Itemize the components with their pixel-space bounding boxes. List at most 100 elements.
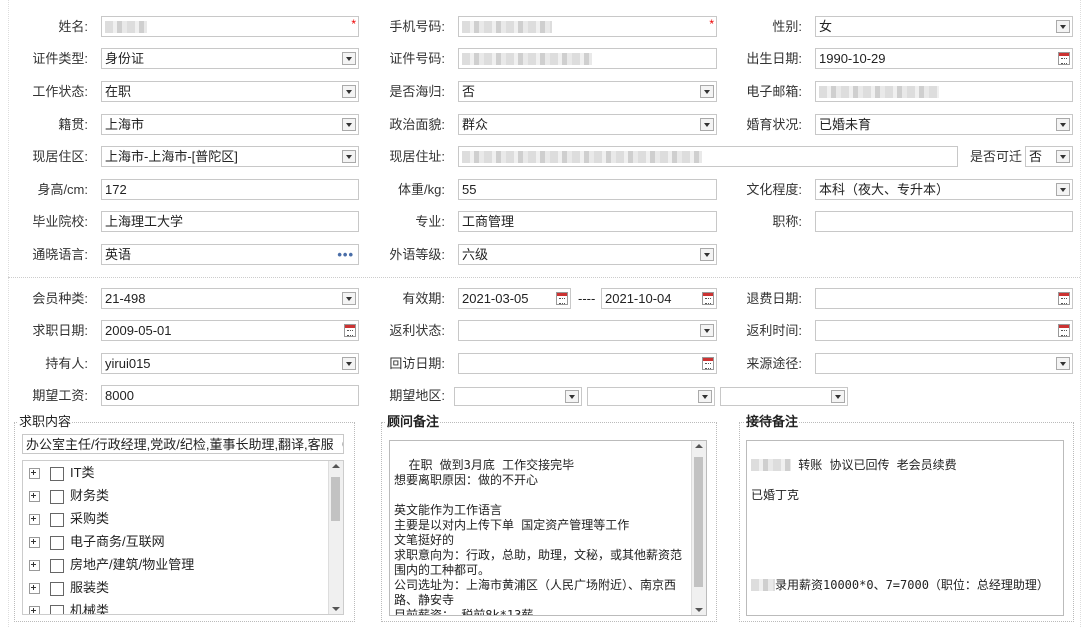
lang-level-select[interactable]: 六级 [458, 244, 717, 265]
birth-date-field[interactable]: 1990-10-29 [815, 48, 1073, 69]
name-label: 姓名: [58, 19, 88, 34]
scroll-down-icon[interactable] [332, 607, 340, 611]
calendar-icon[interactable] [344, 324, 356, 337]
dropdown-arrow-icon[interactable] [1056, 118, 1070, 131]
checkbox[interactable] [50, 535, 64, 550]
tree-node[interactable]: 财务类 [29, 486, 109, 506]
tree-scrollbar[interactable] [328, 461, 343, 614]
dropdown-arrow-icon[interactable] [342, 292, 356, 305]
calendar-icon[interactable] [556, 292, 568, 305]
refund-date-field[interactable] [815, 288, 1073, 309]
job-summary-field[interactable]: 办公室主任/行政经理,党政/纪检,董事长助理,翻译,客服（注 [22, 434, 344, 454]
gender-select[interactable]: 女 [815, 16, 1073, 37]
email-field[interactable] [815, 81, 1073, 102]
overseas-select[interactable]: 否 [458, 81, 717, 102]
rebate-time-field[interactable] [815, 320, 1073, 341]
calendar-icon[interactable] [702, 357, 714, 370]
scroll-down-icon[interactable] [695, 608, 703, 612]
scroll-thumb[interactable] [331, 477, 340, 521]
expand-icon[interactable] [29, 491, 40, 503]
expand-icon[interactable] [29, 583, 40, 595]
region-district-select[interactable] [720, 387, 848, 406]
dropdown-arrow-icon[interactable] [565, 390, 579, 403]
work-status-select[interactable]: 在职 [101, 81, 359, 102]
dropdown-arrow-icon[interactable] [1056, 357, 1070, 370]
holder-select[interactable]: yirui015 [101, 353, 359, 374]
dropdown-arrow-icon[interactable] [342, 357, 356, 370]
salary-field[interactable]: 8000 [101, 385, 359, 406]
reception-notes-textarea[interactable]: 转账 协议已回传 老会员续费 已婚丁克 录用薪资10000*0、7=7000（职… [746, 440, 1064, 616]
checkbox[interactable] [50, 466, 64, 481]
calendar-icon[interactable] [1058, 52, 1070, 65]
scroll-up-icon[interactable] [332, 464, 340, 468]
tree-node[interactable]: 电子商务/互联网 [29, 532, 165, 552]
weight-field[interactable]: 55 [458, 179, 717, 200]
dropdown-arrow-icon[interactable] [831, 390, 845, 403]
checkbox[interactable] [50, 581, 64, 596]
region-city-select[interactable] [587, 387, 715, 406]
source-select[interactable] [815, 353, 1073, 374]
political-select[interactable]: 群众 [458, 114, 717, 135]
expand-icon[interactable] [29, 560, 40, 572]
job-date-field[interactable]: 2009-05-01 [101, 320, 359, 341]
scroll-up-icon[interactable] [695, 444, 703, 448]
dropdown-arrow-icon[interactable] [342, 52, 356, 65]
calendar-icon[interactable] [1058, 292, 1070, 305]
category-label: 机械类 [70, 603, 110, 615]
marital-select[interactable]: 已婚未育 [815, 114, 1073, 135]
valid-from-field[interactable]: 2021-03-05 [458, 288, 571, 309]
phone-field[interactable]: * [458, 16, 717, 37]
region-province-select[interactable] [454, 387, 582, 406]
education-select[interactable]: 本科（夜大、专升本） [815, 179, 1073, 200]
rebate-status-select[interactable] [458, 320, 717, 341]
tree-node[interactable]: 采购类 [29, 509, 109, 529]
notes-scrollbar[interactable] [691, 441, 706, 615]
visit-date-field[interactable] [458, 353, 717, 374]
name-field[interactable]: * [101, 16, 359, 37]
language-field[interactable]: 英语 ••• [101, 244, 359, 265]
relocate-select[interactable]: 否 [1025, 146, 1073, 167]
checkbox[interactable] [50, 604, 64, 614]
dropdown-arrow-icon[interactable] [700, 324, 714, 337]
dropdown-arrow-icon[interactable] [700, 248, 714, 261]
dropdown-arrow-icon[interactable] [700, 85, 714, 98]
dropdown-arrow-icon[interactable] [342, 118, 356, 131]
school-field[interactable]: 上海理工大学 [101, 211, 359, 232]
advisor-notes-textarea[interactable]: 在职 做到3月底 工作交接完毕 想要离职原因：做的不开心 英文能作为工作语言 主… [389, 440, 707, 616]
dropdown-arrow-icon[interactable] [1056, 20, 1070, 33]
tree-node[interactable]: 房地产/建筑/物业管理 [29, 555, 194, 575]
id-no-field[interactable] [458, 48, 717, 69]
scroll-thumb[interactable] [694, 457, 703, 587]
expand-icon[interactable] [29, 537, 40, 549]
dropdown-arrow-icon[interactable] [1056, 183, 1070, 196]
dropdown-arrow-icon[interactable] [700, 118, 714, 131]
checkbox[interactable] [50, 489, 64, 504]
dropdown-arrow-icon[interactable] [342, 150, 356, 163]
height-field[interactable]: 172 [101, 179, 359, 200]
more-icon[interactable]: ••• [337, 245, 354, 264]
tree-node[interactable]: 服装类 [29, 578, 109, 598]
checkbox[interactable] [50, 512, 64, 527]
member-type-value: 21-498 [105, 291, 146, 306]
checkbox[interactable] [50, 558, 64, 573]
title-field[interactable] [815, 211, 1073, 232]
job-category-tree[interactable]: IT类 财务类 采购类 电子商务/互联网 房地产/建筑/物业管理 服装类 机械类 [22, 460, 344, 615]
tree-node[interactable]: IT类 [29, 463, 95, 483]
column-divider [1080, 0, 1081, 627]
valid-to-field[interactable]: 2021-10-04 [601, 288, 717, 309]
calendar-icon[interactable] [702, 292, 714, 305]
dropdown-arrow-icon[interactable] [698, 390, 712, 403]
expand-icon[interactable] [29, 514, 40, 526]
major-field[interactable]: 工商管理 [458, 211, 717, 232]
address-field[interactable] [458, 146, 958, 167]
dropdown-arrow-icon[interactable] [1056, 150, 1070, 163]
member-type-select[interactable]: 21-498 [101, 288, 359, 309]
tree-node[interactable]: 机械类 [29, 601, 110, 615]
dropdown-arrow-icon[interactable] [342, 85, 356, 98]
expand-icon[interactable] [29, 468, 40, 480]
residence-select[interactable]: 上海市-上海市-[普陀区] [101, 146, 359, 167]
native-select[interactable]: 上海市 [101, 114, 359, 135]
calendar-icon[interactable] [1058, 324, 1070, 337]
id-type-select[interactable]: 身份证 [101, 48, 359, 69]
expand-icon[interactable] [29, 606, 40, 614]
